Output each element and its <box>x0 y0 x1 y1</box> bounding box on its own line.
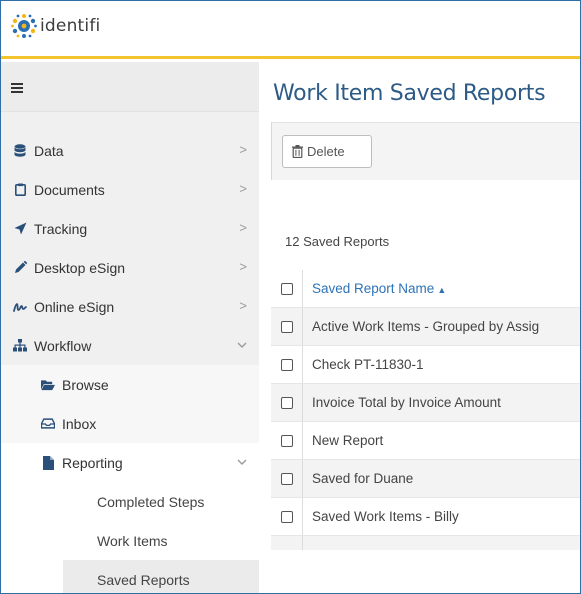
sort-ascending-icon: ▲ <box>437 285 447 295</box>
sidebar-item-documents[interactable]: Documents > <box>1 170 259 209</box>
folder-open-icon <box>41 378 55 392</box>
sidebar-item-label: Tracking <box>34 220 88 237</box>
sidebar-item-workflow[interactable]: Workflow <box>1 326 259 365</box>
sidebar-item-label: Documents <box>34 181 105 198</box>
row-checkbox[interactable] <box>281 358 293 371</box>
inbox-icon <box>41 417 55 431</box>
chevron-right-icon: > <box>239 220 247 235</box>
sidebar-item-saved-reports[interactable]: Saved Reports <box>1 560 259 593</box>
sidebar-item-tracking[interactable]: Tracking > <box>1 209 259 248</box>
app-name: identifi <box>40 16 101 36</box>
signature-icon <box>13 300 27 314</box>
sidebar-item-label: Work Items <box>97 532 168 549</box>
table-row-partial <box>271 536 580 550</box>
row-checkbox[interactable] <box>281 510 293 523</box>
report-name-cell[interactable]: Invoice Total by Invoice Amount <box>312 395 501 410</box>
row-checkbox[interactable] <box>281 472 293 485</box>
column-divider <box>302 498 303 535</box>
table-row[interactable]: Active Work Items - Grouped by Assig <box>271 308 580 346</box>
chevron-down-icon <box>237 337 247 352</box>
delete-button-label: Delete <box>307 144 345 159</box>
sidebar-item-reporting[interactable]: Reporting <box>1 443 259 482</box>
column-divider <box>302 346 303 383</box>
report-name-cell[interactable]: New Report <box>312 433 383 448</box>
chevron-right-icon: > <box>239 259 247 274</box>
chevron-down-icon <box>237 454 247 469</box>
hamburger-menu-icon[interactable] <box>11 80 23 98</box>
chevron-right-icon: > <box>239 298 247 313</box>
database-icon <box>13 144 27 158</box>
sidebar-item-browse[interactable]: Browse <box>1 365 259 404</box>
sidebar-header <box>1 62 259 112</box>
file-icon <box>41 455 55 470</box>
sidebar-item-work-items[interactable]: Work Items <box>1 521 259 560</box>
saved-reports-table: Saved Report Name ▲ Active Work Items - G… <box>271 270 580 550</box>
table-row[interactable]: Check PT-11830-1 <box>271 346 580 384</box>
sidebar-item-data[interactable]: Data > <box>1 131 259 170</box>
app-logo[interactable]: identifi <box>11 13 100 39</box>
table-row[interactable]: New Report <box>271 422 580 460</box>
table-header-row: Saved Report Name ▲ <box>271 270 580 308</box>
clipboard-icon <box>13 183 27 197</box>
sidebar-item-label: Saved Reports <box>97 571 190 588</box>
delete-button[interactable]: Delete <box>282 135 372 168</box>
report-name-cell[interactable]: Check PT-11830-1 <box>312 357 424 372</box>
sidebar-item-label: Workflow <box>34 337 92 354</box>
top-bar: identifi <box>1 1 580 59</box>
sidebar-item-completed-steps[interactable]: Completed Steps <box>1 482 259 521</box>
app-window: identifi Data > Documents > Tracking > D… <box>0 0 581 594</box>
row-checkbox[interactable] <box>281 396 293 409</box>
sidebar-item-label: Reporting <box>62 454 123 471</box>
report-count: 12 Saved Reports <box>285 234 390 249</box>
sidebar-item-online-esign[interactable]: Online eSign > <box>1 287 259 326</box>
paper-plane-icon <box>13 222 27 236</box>
sidebar-item-label: Data <box>34 142 64 159</box>
sidebar-item-label: Inbox <box>62 415 97 432</box>
pen-icon <box>13 261 27 275</box>
chevron-right-icon: > <box>239 142 247 157</box>
column-header-label: Saved Report Name <box>312 281 435 296</box>
toolbar: Delete <box>271 122 580 180</box>
trash-icon <box>292 145 303 158</box>
report-name-cell[interactable]: Active Work Items - Grouped by Assig <box>312 319 539 334</box>
table-row[interactable]: Saved for Duane <box>271 460 580 498</box>
sidebar-item-label: Browse <box>62 376 109 393</box>
sitemap-icon <box>13 339 27 353</box>
page-title: Work Item Saved Reports <box>273 81 546 106</box>
row-checkbox[interactable] <box>281 320 293 333</box>
column-divider <box>302 422 303 459</box>
table-row[interactable]: Saved Work Items - Billy <box>271 498 580 536</box>
column-divider <box>302 460 303 497</box>
sidebar-item-inbox[interactable]: Inbox <box>1 404 259 443</box>
sidebar-item-label: Online eSign <box>34 298 115 315</box>
report-name-cell[interactable]: Saved Work Items - Billy <box>312 509 459 524</box>
sidebar-item-label: Completed Steps <box>97 493 205 510</box>
column-divider <box>302 308 303 345</box>
column-divider <box>302 384 303 421</box>
column-divider <box>302 536 303 550</box>
main-content: Work Item Saved Reports Delete 12 Saved … <box>259 62 580 593</box>
sidebar-nav: Data > Documents > Tracking > Desktop eS… <box>1 131 259 593</box>
column-header-saved-report-name[interactable]: Saved Report Name ▲ <box>312 281 446 296</box>
table-row[interactable]: Invoice Total by Invoice Amount <box>271 384 580 422</box>
row-checkbox[interactable] <box>281 434 293 447</box>
sidebar-item-desktop-esign[interactable]: Desktop eSign > <box>1 248 259 287</box>
chevron-right-icon: > <box>239 181 247 196</box>
sidebar: Data > Documents > Tracking > Desktop eS… <box>1 62 259 593</box>
report-name-cell[interactable]: Saved for Duane <box>312 471 413 486</box>
column-divider <box>302 270 303 307</box>
select-all-checkbox[interactable] <box>281 282 293 295</box>
identifi-logo-icon <box>11 13 37 39</box>
sidebar-item-label: Desktop eSign <box>34 259 126 276</box>
